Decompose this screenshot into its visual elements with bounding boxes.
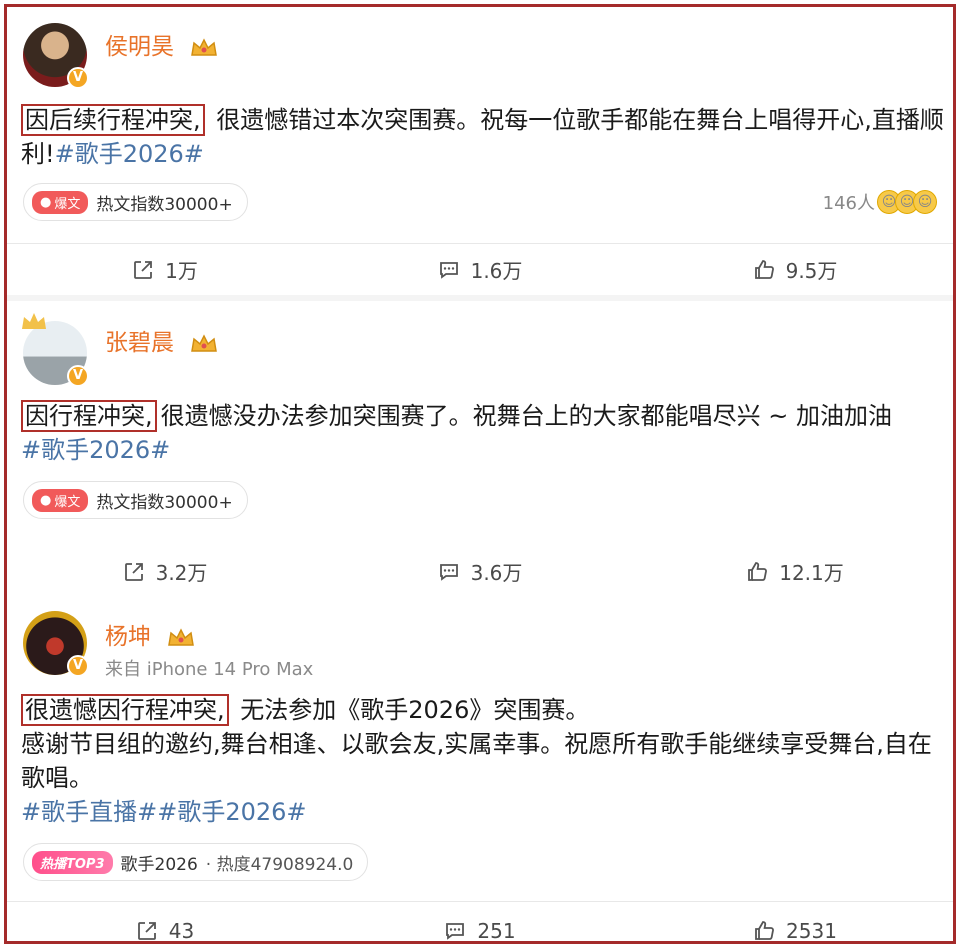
author-name[interactable]: 侯明昊 [105,27,219,61]
comment-icon [439,261,458,279]
crown-icon [191,37,218,56]
like-button[interactable]: 2531 [637,919,952,941]
divider [7,243,953,244]
comment-button[interactable]: 1.6万 [322,255,637,284]
post-text: 因后续行程冲突, 很遗憾错过本次突围赛。祝每一位歌手都能在舞台上唱得开心,直播顺… [21,104,944,168]
action-bar: 3.2万 3.6万 12.1万 [7,557,953,586]
crown-decoration-icon [22,313,46,329]
emoji-reaction-icons: ☺ ☺ ☺ [877,190,937,214]
hot-article-pill[interactable]: ● 爆文 热文指数30000+ [23,183,248,221]
author-name[interactable]: 杨坤 [105,617,196,651]
share-icon [124,562,143,581]
kiss-emoji-icon: ☺ [913,190,937,214]
author-name[interactable]: 张碧晨 [105,323,219,357]
like-button[interactable]: 9.5万 [637,255,952,284]
thumbs-up-icon [748,561,768,581]
verified-badge-icon: V [67,655,89,677]
like-button[interactable]: 12.1万 [637,557,952,586]
comment-button[interactable]: 3.6万 [322,557,637,586]
comment-icon [446,923,465,940]
hot-broadcast-pill[interactable]: 热播TOP3 歌手2026 · 热度47908924.0 [23,843,369,881]
hot-article-pill[interactable]: ● 爆文 热文指数30000+ [23,481,248,519]
action-bar: 1万 1.6万 9.5万 [7,255,953,284]
screenshot-frame: V 侯明昊 因后续行程冲突, 很遗憾错过本次突围赛。祝每一位歌手都能在舞台上唱得… [4,4,956,944]
avatar[interactable]: V [23,611,89,677]
hot-badge: ● 爆文 [32,190,89,214]
reactions[interactable]: 146人 ☺ ☺ ☺ [823,189,937,215]
action-bar: 43 251 2531 [7,919,953,941]
crown-icon [191,333,218,352]
hashtag-link[interactable]: #歌手2026# [55,140,204,168]
share-icon [134,260,153,279]
post-text: 很遗憾因行程冲突, 无法参加《歌手2026》突围赛。 感谢节目组的邀约,舞台相逢… [21,694,932,826]
hashtag-link[interactable]: #歌手直播##歌手2026# [21,798,307,826]
fire-icon: ● [40,492,52,508]
highlight-box: 因后续行程冲突, [21,104,205,136]
share-icon [137,922,156,940]
thumbs-up-icon [754,259,774,279]
hot-badge: ● 爆文 [32,488,89,512]
fire-icon: ● [40,194,52,210]
crown-icon [168,627,195,646]
post-separator [7,295,953,301]
verified-badge-icon: V [67,365,89,387]
hashtag-link[interactable]: #歌手2026# [21,436,170,464]
avatar[interactable]: V [22,313,89,387]
comment-icon [439,563,458,581]
comment-button[interactable]: 251 [322,919,637,941]
share-button[interactable]: 1万 [7,255,322,284]
hot-top-badge: 热播TOP3 [32,850,113,874]
divider [7,901,953,902]
thumbs-up-icon [755,921,774,940]
highlight-box: 很遗憾因行程冲突, [21,694,229,726]
post-source: 来自 iPhone 14 Pro Max [105,659,314,680]
share-button[interactable]: 43 [7,919,322,941]
post-text: 因行程冲突, 很遗憾没办法参加突围赛了。祝舞台上的大家都能唱尽兴 ~ 加油加油 #… [21,400,893,464]
highlight-box: 因行程冲突, [21,400,157,432]
verified-badge-icon: V [67,67,89,89]
avatar[interactable]: V [23,23,89,89]
share-button[interactable]: 3.2万 [7,557,322,586]
